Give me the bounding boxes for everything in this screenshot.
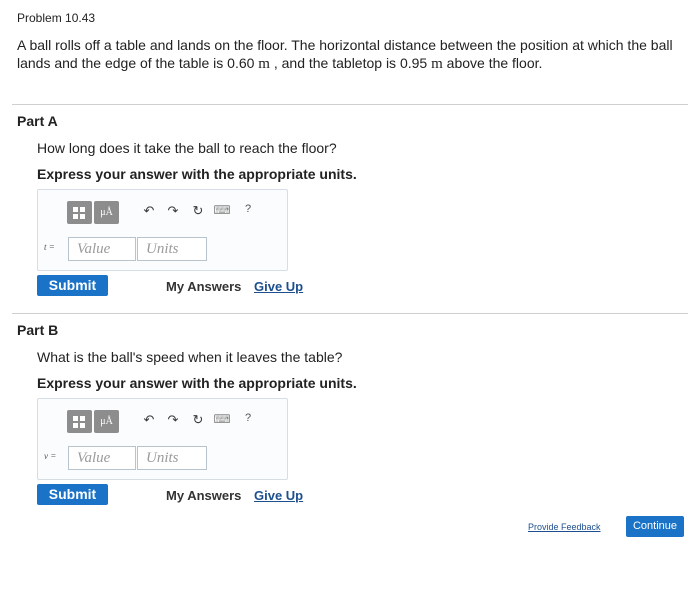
provide-feedback-link[interactable]: Provide Feedback bbox=[528, 522, 601, 532]
undo-icon[interactable]: ↶ bbox=[140, 412, 158, 428]
part-a-question: How long does it take the ball to reach … bbox=[37, 140, 337, 156]
part-a-my-answers[interactable]: My Answers bbox=[166, 279, 241, 294]
unit-meters-1: m bbox=[258, 56, 270, 72]
part-a-submit-button[interactable]: Submit bbox=[37, 275, 108, 296]
part-b-variable-label: v = bbox=[44, 451, 57, 461]
part-a-give-up-link[interactable]: Give Up bbox=[254, 279, 303, 294]
divider-middle bbox=[12, 313, 688, 314]
reset-icon[interactable]: ↻ bbox=[189, 203, 207, 219]
problem-text-3: above the floor. bbox=[442, 55, 543, 71]
reset-icon[interactable]: ↻ bbox=[189, 412, 207, 428]
part-a-units-input[interactable]: Units bbox=[137, 237, 207, 261]
part-b-my-answers[interactable]: My Answers bbox=[166, 488, 241, 503]
part-b-question: What is the ball's speed when it leaves … bbox=[37, 349, 343, 365]
undo-icon[interactable]: ↶ bbox=[140, 203, 158, 219]
part-a-title: Part A bbox=[17, 113, 58, 129]
templates-icon bbox=[72, 415, 88, 429]
part-b-title: Part B bbox=[17, 322, 59, 338]
redo-icon[interactable]: ↷ bbox=[164, 203, 182, 219]
unit-meters-2: m bbox=[431, 56, 443, 72]
part-a-instruction: Express your answer with the appropriate… bbox=[37, 166, 357, 182]
problem-statement: A ball rolls off a table and lands on th… bbox=[17, 36, 687, 73]
part-b-instruction: Express your answer with the appropriate… bbox=[37, 375, 357, 391]
help-icon[interactable]: ? bbox=[239, 412, 257, 424]
symbols-button[interactable]: μÅ bbox=[94, 201, 119, 224]
part-b-toolbar: μÅ ↶ ↷ ↻ ⌨ ? bbox=[67, 410, 279, 434]
part-b-units-input[interactable]: Units bbox=[137, 446, 207, 470]
part-a-value-input[interactable]: Value bbox=[68, 237, 136, 261]
symbols-button[interactable]: μÅ bbox=[94, 410, 119, 433]
part-a-variable-label: t = bbox=[44, 242, 55, 252]
redo-icon[interactable]: ↷ bbox=[164, 412, 182, 428]
part-b-give-up-link[interactable]: Give Up bbox=[254, 488, 303, 503]
templates-button[interactable] bbox=[67, 410, 92, 433]
keyboard-icon[interactable]: ⌨ bbox=[213, 412, 231, 426]
part-b-answer-box: μÅ ↶ ↷ ↻ ⌨ ? v = Value Units bbox=[37, 398, 288, 480]
part-b-submit-button[interactable]: Submit bbox=[37, 484, 108, 505]
templates-button[interactable] bbox=[67, 201, 92, 224]
keyboard-icon[interactable]: ⌨ bbox=[213, 203, 231, 217]
continue-button[interactable]: Continue bbox=[626, 516, 684, 537]
divider-top bbox=[12, 104, 688, 105]
part-b-value-input[interactable]: Value bbox=[68, 446, 136, 470]
part-a-toolbar: μÅ ↶ ↷ ↻ ⌨ ? bbox=[67, 201, 279, 225]
templates-icon bbox=[72, 206, 88, 220]
part-a-answer-box: μÅ ↶ ↷ ↻ ⌨ ? t = Value Units bbox=[37, 189, 288, 271]
problem-title: Problem 10.43 bbox=[17, 11, 96, 25]
problem-text-2: , and the tabletop is 0.95 bbox=[269, 55, 432, 71]
help-icon[interactable]: ? bbox=[239, 203, 257, 215]
